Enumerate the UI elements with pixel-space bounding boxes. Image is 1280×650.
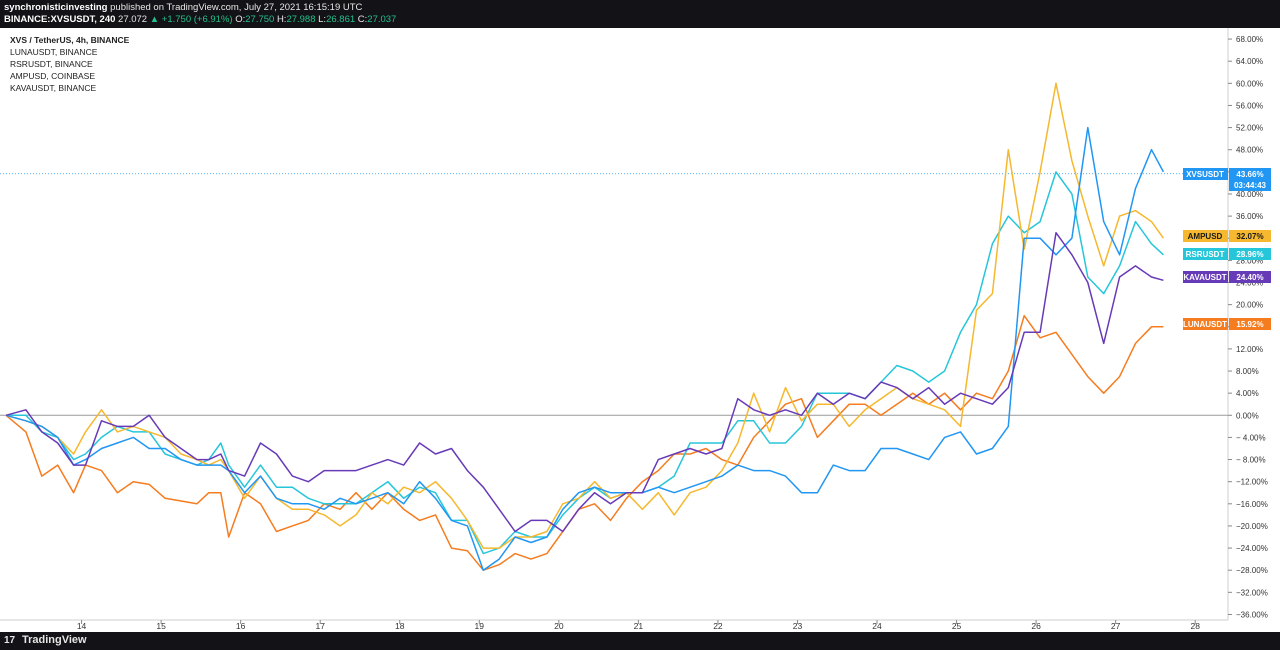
x-tick-label: 25	[952, 621, 962, 631]
series-line-0	[5, 314, 1164, 571]
legend-item-xvs[interactable]: XVS / TetherUS, 4h, BINANCE	[10, 34, 129, 46]
y-tick-label: −20.00%	[1236, 522, 1268, 531]
y-tick-label: 60.00%	[1236, 79, 1263, 88]
low-label: L:	[318, 14, 327, 25]
low-value: 26.861	[326, 14, 356, 25]
y-tick-label: − 8.00%	[1236, 456, 1266, 465]
y-tick-label: −24.00%	[1236, 544, 1268, 553]
x-tick-label: 19	[475, 621, 485, 631]
ohlc-line: BINANCE:XVSUSDT, 240 27.072 ▲ +1.750 (+6…	[4, 14, 396, 25]
x-tick-label: 17	[315, 621, 325, 631]
up-triangle-icon: ▲	[149, 14, 160, 25]
x-tick-label: 24	[872, 621, 882, 631]
publish-line: synchronisticinvesting published on Trad…	[4, 2, 362, 13]
footer-bar: 17 TradingView	[0, 632, 1280, 650]
badge-countdown-text: 03:44:43	[1234, 181, 1267, 190]
y-tick-label: 4.00%	[1236, 389, 1259, 398]
chart-area[interactable]: 68.00%64.00%60.00%56.00%52.00%48.00%44.0…	[0, 28, 1280, 632]
x-tick-label: 21	[634, 621, 644, 631]
close-value: 27.037	[367, 14, 397, 25]
badge-value-text: 28.96%	[1236, 250, 1263, 259]
chart-svg[interactable]: 68.00%64.00%60.00%56.00%52.00%48.00%44.0…	[0, 28, 1280, 632]
series-line-4	[5, 231, 1164, 533]
published-text: published on TradingView.com, July 27, 2…	[110, 2, 363, 13]
close-label: C:	[357, 14, 368, 25]
author-name[interactable]: synchronisticinvesting	[4, 2, 107, 13]
legend-item-amp[interactable]: AMPUSD, COINBASE	[10, 70, 129, 82]
open-value: 27.750	[245, 14, 275, 25]
legend-item-luna[interactable]: LUNAUSDT, BINANCE	[10, 46, 129, 58]
badge-label-text: KAVAUSDT	[1183, 273, 1226, 282]
x-tick-label: 27	[1111, 621, 1121, 631]
series-line-1	[6, 171, 1164, 555]
open-label: O:	[235, 14, 246, 25]
x-tick-label: 28	[1190, 621, 1200, 631]
tradingview-logo-icon[interactable]: 17	[4, 635, 15, 646]
x-tick-label: 18	[395, 621, 405, 631]
x-tick-label: 16	[236, 621, 246, 631]
y-tick-label: 56.00%	[1236, 101, 1263, 110]
badge-label-text: LUNAUSDT	[1183, 320, 1227, 329]
last-price: 27.072	[118, 14, 148, 25]
x-tick-label: 26	[1031, 621, 1041, 631]
legend-item-kava[interactable]: KAVAUSDT, BINANCE	[10, 82, 129, 94]
symbol-text: BINANCE:XVSUSDT, 240	[4, 14, 116, 25]
y-tick-label: 64.00%	[1236, 57, 1263, 66]
x-tick-label: 23	[793, 621, 803, 631]
legend: XVS / TetherUS, 4h, BINANCE LUNAUSDT, BI…	[10, 34, 129, 94]
badge-value-text: 24.40%	[1236, 273, 1263, 282]
y-tick-label: 68.00%	[1236, 35, 1263, 44]
change-text: +1.750 (+6.91%)	[161, 14, 233, 25]
series-line-2	[5, 82, 1165, 549]
y-tick-label: 48.00%	[1236, 146, 1263, 155]
y-tick-label: −36.00%	[1236, 610, 1268, 619]
y-tick-label: 0.00%	[1236, 411, 1259, 420]
badge-label-text: XVSUSDT	[1186, 170, 1224, 179]
y-tick-label: −32.00%	[1236, 588, 1268, 597]
high-label: H:	[276, 14, 287, 25]
y-tick-label: 36.00%	[1236, 212, 1263, 221]
publish-header: synchronisticinvesting published on Trad…	[0, 0, 1280, 28]
y-tick-label: 52.00%	[1236, 124, 1263, 133]
badge-value-text: 43.66%	[1236, 170, 1263, 179]
badge-label-text: AMPUSD	[1188, 232, 1223, 241]
tradingview-brand[interactable]: TradingView	[22, 634, 87, 646]
badge-value-text: 32.07%	[1236, 232, 1263, 241]
y-tick-label: − 4.00%	[1236, 433, 1266, 442]
y-tick-label: −16.00%	[1236, 500, 1268, 509]
x-tick-label: 22	[713, 621, 723, 631]
y-tick-label: 40.00%	[1236, 190, 1263, 199]
y-tick-label: 8.00%	[1236, 367, 1259, 376]
x-tick-label: 15	[156, 621, 166, 631]
y-tick-label: −12.00%	[1236, 478, 1268, 487]
legend-item-rsr[interactable]: RSRUSDT, BINANCE	[10, 58, 129, 70]
y-tick-label: −28.00%	[1236, 566, 1268, 575]
x-tick-label: 14	[77, 621, 87, 631]
y-tick-label: 20.00%	[1236, 301, 1263, 310]
y-tick-label: 12.00%	[1236, 345, 1263, 354]
high-value: 27.988	[286, 14, 316, 25]
x-tick-label: 20	[554, 621, 564, 631]
badge-value-text: 15.92%	[1236, 320, 1263, 329]
badge-label-text: RSRUSDT	[1186, 250, 1225, 259]
